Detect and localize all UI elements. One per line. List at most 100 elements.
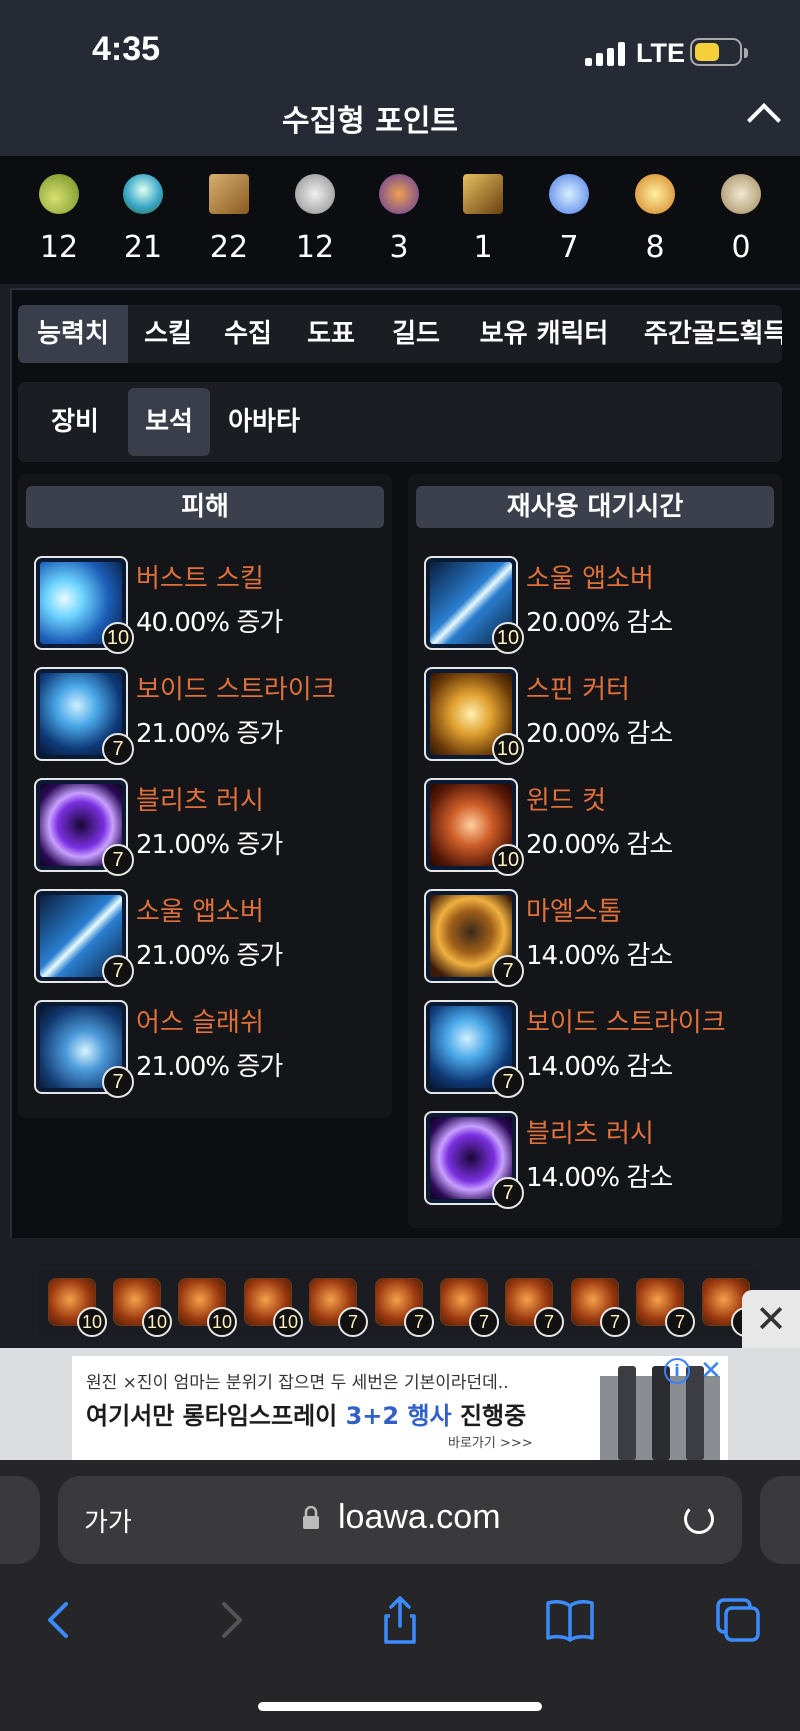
tab-weekly-gold[interactable]: 주간골드획득	[630, 305, 782, 363]
bookmarks-icon[interactable]	[540, 1590, 600, 1650]
share-icon[interactable]	[370, 1590, 430, 1650]
tab-guild[interactable]: 길드	[374, 305, 458, 363]
gem-row[interactable]: 7 보이드 스트라이크 21.00% 증가	[34, 667, 374, 765]
subtab-avatar[interactable]: 아바타	[214, 388, 314, 456]
gem-level-badge: 10	[207, 1307, 237, 1337]
network-label: LTE	[636, 38, 685, 68]
gem-level-badge: 10	[492, 622, 524, 654]
subtab-equipment[interactable]: 장비	[30, 388, 120, 456]
reader-options-button[interactable]: 가가	[84, 1502, 132, 1539]
gem-row[interactable]: 7 소울 앱소버 21.00% 증가	[34, 889, 374, 987]
gem-row[interactable]: 7 어스 슬래쉬 21.00% 증가	[34, 1000, 374, 1098]
ember-gem-icon[interactable]: 7	[309, 1278, 368, 1337]
gem-effect: 40.00% 증가	[136, 608, 283, 638]
section-header[interactable]: 수집형 포인트	[0, 90, 800, 156]
gem-skill-name: 블리츠 러시	[136, 786, 264, 816]
gem-skill-name: 마엘스톰	[526, 897, 622, 927]
close-icon[interactable]: ✕	[742, 1290, 800, 1348]
ember-gem-icon[interactable]: 10	[48, 1278, 107, 1337]
shield-crest-icon	[379, 174, 419, 214]
ad-close-button[interactable]: ✕	[742, 1290, 800, 1348]
gem-level-badge: 7	[102, 844, 134, 876]
ember-gem-icon[interactable]: 10	[113, 1278, 172, 1337]
chevron-up-icon[interactable]	[747, 103, 781, 137]
gem-row[interactable]: 10 윈드 컷 20.00% 감소	[424, 778, 764, 876]
collectible-counter[interactable]: 12	[272, 156, 358, 284]
signal-icon	[585, 42, 627, 66]
collectible-counter[interactable]: 21	[100, 156, 186, 284]
gem-slot-strip: 101010107777777	[38, 1270, 761, 1337]
tab-skills[interactable]: 스킬	[128, 305, 208, 363]
subtab-gems[interactable]: 보석	[128, 388, 210, 456]
telescope-icon	[463, 174, 503, 214]
ember-gem-icon[interactable]: 7	[571, 1278, 630, 1337]
gem-skill-name: 소울 앱소버	[136, 897, 264, 927]
reload-icon[interactable]	[684, 1504, 714, 1534]
gem-level-badge: 7	[492, 955, 524, 987]
gem-row[interactable]: 10 소울 앱소버 20.00% 감소	[424, 556, 764, 654]
heart-organ-icon	[295, 174, 335, 214]
gem-row[interactable]: 10 스핀 커터 20.00% 감소	[424, 667, 764, 765]
gem-row[interactable]: 7 블리츠 러시 21.00% 증가	[34, 778, 374, 876]
collectible-counter[interactable]: 3	[356, 156, 442, 284]
collectible-count: 3	[389, 230, 409, 265]
collectible-counter[interactable]: 12	[16, 156, 102, 284]
next-tab-pill[interactable]	[760, 1476, 800, 1564]
ad-banner[interactable]: 원진 ×진이 엄마는 분위기 잡으면 두 세번은 기본이라던데.. 여기서만 롱…	[72, 1356, 728, 1460]
status-bar: 4:35 LTE	[0, 0, 800, 90]
ember-gem-icon[interactable]: 10	[244, 1278, 303, 1337]
gem-effect: 21.00% 증가	[136, 719, 283, 749]
forward-icon[interactable]	[200, 1590, 260, 1650]
gem-skill-name: 블리츠 러시	[526, 1119, 654, 1149]
gem-level-badge: 10	[273, 1307, 303, 1337]
tab-collection[interactable]: 수집	[208, 305, 288, 363]
gold-coin-icon	[721, 174, 761, 214]
compass-star-icon	[635, 174, 675, 214]
collectible-counters: 12 21 22 12 3 1 7 8 0	[0, 156, 800, 284]
tab-chart[interactable]: 도표	[288, 305, 374, 363]
url-text[interactable]: loawa.com	[338, 1498, 501, 1537]
ember-gem-icon[interactable]: 7	[440, 1278, 499, 1337]
gem-effect: 14.00% 감소	[526, 1163, 673, 1193]
collectible-counter[interactable]: 1	[440, 156, 526, 284]
ad-banner-area: 원진 ×진이 엄마는 분위기 잡으면 두 세번은 기본이라던데.. 여기서만 롱…	[0, 1348, 800, 1460]
ad-link[interactable]: 바로가기 >>>	[448, 1432, 533, 1451]
gem-level-badge: 7	[534, 1307, 564, 1337]
screen: 4:35 LTE 수집형 포인트 12 21 22 12 3 1 7 8 0 능력치 스킬 수집…	[0, 0, 800, 1731]
collectible-count: 8	[645, 230, 665, 265]
collectible-counter[interactable]: 8	[612, 156, 698, 284]
cooldown-column-title: 재사용 대기시간	[416, 486, 774, 528]
gem-level-badge: 7	[102, 955, 134, 987]
tab-stats[interactable]: 능력치	[18, 305, 128, 363]
damage-gems-column: 피해 10 버스트 스킬 40.00% 증가 7 보이드 스트라이크 21.00% 증가 7…	[18, 474, 392, 1118]
gem-row[interactable]: 7 보이드 스트라이크 14.00% 감소	[424, 1000, 764, 1098]
previous-tab-pill[interactable]	[0, 1476, 40, 1564]
gem-effect: 20.00% 감소	[526, 608, 673, 638]
collectible-counter[interactable]: 22	[186, 156, 272, 284]
gem-level-badge: 7	[404, 1307, 434, 1337]
collectible-counter[interactable]: 7	[526, 156, 612, 284]
collectible-count: 12	[295, 230, 335, 265]
gem-level-badge: 10	[492, 844, 524, 876]
ember-gem-icon[interactable]: 7	[375, 1278, 434, 1337]
collectible-count: 7	[559, 230, 579, 265]
collectible-count: 22	[209, 230, 249, 265]
back-icon[interactable]	[30, 1590, 90, 1650]
gem-row[interactable]: 10 버스트 스킬 40.00% 증가	[34, 556, 374, 654]
browser-toolbar: 가가 loawa.com	[0, 1460, 800, 1731]
sub-tab-bar: 장비 보석 아바타	[18, 382, 782, 462]
gem-row[interactable]: 7 마엘스톰 14.00% 감소	[424, 889, 764, 987]
collectible-count: 21	[123, 230, 163, 265]
gem-level-badge: 7	[600, 1307, 630, 1337]
gem-row[interactable]: 7 블리츠 러시 14.00% 감소	[424, 1111, 764, 1209]
gem-effect: 21.00% 증가	[136, 830, 283, 860]
tab-characters[interactable]: 보유 캐릭터	[458, 305, 630, 363]
ember-gem-icon[interactable]: 7	[636, 1278, 695, 1337]
ember-gem-icon[interactable]: 10	[178, 1278, 237, 1337]
tabs-icon[interactable]	[708, 1590, 768, 1650]
ad-info-icon[interactable]: i	[664, 1358, 690, 1384]
address-bar[interactable]: 가가 loawa.com	[58, 1476, 742, 1564]
collectible-counter[interactable]: 0	[698, 156, 784, 284]
ad-dismiss-icon[interactable]: ✕	[700, 1356, 722, 1386]
ember-gem-icon[interactable]: 7	[505, 1278, 564, 1337]
